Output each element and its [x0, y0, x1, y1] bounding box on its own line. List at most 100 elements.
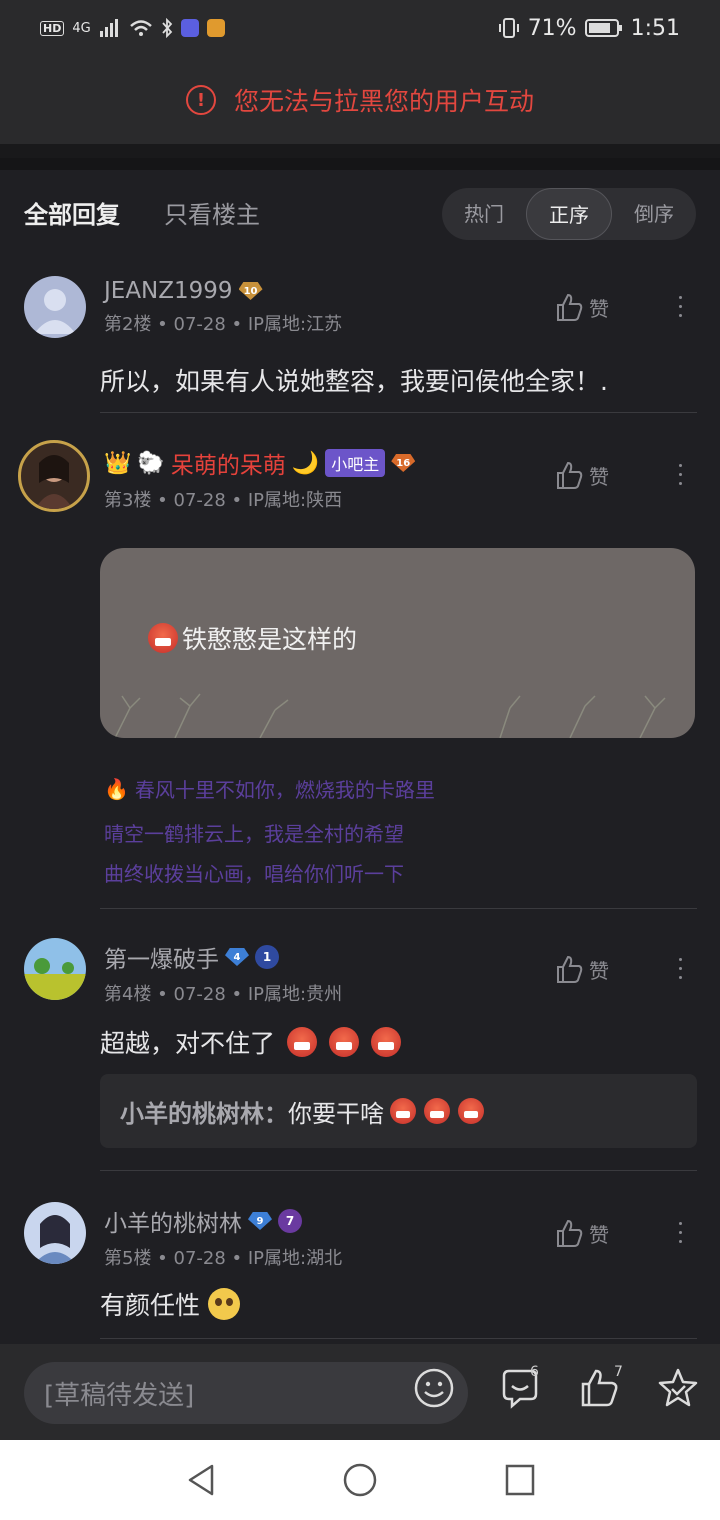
angry-face-icon [390, 1098, 416, 1124]
reply-emojis [390, 1098, 484, 1124]
crown-icon: 👑 [104, 450, 132, 476]
emoji-picker-icon[interactable] [412, 1366, 456, 1410]
avatar[interactable] [24, 1202, 86, 1264]
bubble-content: 铁憨憨是这样的 [148, 620, 357, 656]
username[interactable]: 小羊的桃树林 9 7 [104, 1204, 342, 1238]
post-header: JEANZ1999 10 第2楼 • 07-28 • IP属地:江苏 [104, 278, 342, 336]
like-button[interactable]: 赞 [555, 292, 609, 322]
post-header: 👑 🐑 呆萌的呆萌 🌙 小吧主 16 第3楼 • 07-28 • IP属地:陕西 [104, 446, 416, 512]
level-badge: 4 [225, 948, 249, 966]
member-badge-icon: 7 [278, 1209, 302, 1233]
thumbs-up-icon [557, 461, 583, 489]
reply-text: 你要干啥 [288, 1099, 384, 1128]
clock: 1:51 [630, 15, 680, 41]
app-notification-icon [180, 19, 199, 37]
back-icon[interactable] [184, 1462, 218, 1498]
signature-line: 曲终收拨当心画，唱给你们听一下 [104, 862, 404, 886]
sort-hot[interactable]: 热门 [442, 188, 526, 240]
system-nav-bar [0, 1440, 720, 1520]
sort-ascending[interactable]: 正序 [526, 188, 612, 240]
tab-all-replies[interactable]: 全部回复 [24, 195, 120, 230]
post-header: 第一爆破手 4 1 第4楼 • 07-28 • IP属地:贵州 [104, 940, 342, 1006]
username-text: 呆萌的呆萌 [170, 453, 286, 479]
more-options-button[interactable] [672, 958, 688, 979]
star-favorite-icon[interactable] [656, 1366, 700, 1410]
post-content: 有颜任性 [100, 1286, 241, 1322]
like-button[interactable]: 赞 [555, 954, 609, 984]
like-button[interactable]: 赞 [555, 1218, 609, 1248]
pleading-face-icon [208, 1288, 241, 1320]
thumbs-up-icon [557, 293, 583, 321]
signature-line: 晴空一鹤排云上，我是全村的希望 [104, 822, 404, 846]
comment-count: 6 [530, 1364, 539, 1380]
username[interactable]: 👑 🐑 呆萌的呆萌 🌙 小吧主 16 [104, 446, 416, 480]
warning-text: 您无法与拉黑您的用户互动 [233, 87, 534, 116]
reply-filter-row: 全部回复 只看楼主 热门 正序 倒序 [0, 170, 720, 254]
like-label: 赞 [589, 958, 609, 983]
username-text: JEANZ1999 [104, 278, 233, 304]
reply-author[interactable]: 小羊的桃树林： [120, 1094, 288, 1129]
sheep-icon: 🐑 [137, 450, 165, 476]
post-meta: 第5楼 • 07-28 • IP属地:湖北 [104, 1248, 343, 1269]
avatar[interactable] [18, 440, 90, 512]
level-badge: 16 [391, 454, 416, 472]
username-text: 第一爆破手 [104, 947, 219, 973]
angry-face-icon [424, 1098, 450, 1124]
member-badge-icon: 1 [255, 945, 279, 969]
alert-icon: ! [185, 85, 216, 115]
more-options-button[interactable] [672, 296, 688, 317]
angry-face-icon [287, 1027, 318, 1057]
post-content: 所以，如果有人说她整容，我要问侯他全家！. [100, 367, 608, 396]
battery-icon [584, 19, 622, 37]
signature-text: 春风十里不如你，燃烧我的卡路里 [134, 778, 435, 802]
landscape-avatar-icon [24, 958, 86, 1000]
like-button[interactable]: 赞 [555, 460, 609, 490]
twig-decoration-icon [114, 693, 666, 738]
post-divider [100, 908, 697, 909]
recents-icon[interactable] [503, 1462, 537, 1498]
post-content-text: 有颜任性 [100, 1291, 201, 1320]
signature-line: 🔥 春风十里不如你，燃烧我的卡路里 [104, 774, 435, 803]
username-text: 小羊的桃树林 [104, 1211, 242, 1237]
status-bar: HD 4G 71% 1:51 [0, 0, 720, 56]
like-label: 赞 [589, 296, 609, 321]
avatar[interactable] [24, 276, 86, 338]
post-meta: 第4楼 • 07-28 • IP属地:贵州 [104, 984, 343, 1005]
post-divider [100, 1338, 697, 1339]
post-meta: 第2楼 • 07-28 • IP属地:江苏 [104, 314, 343, 335]
level-badge: 10 [238, 282, 263, 300]
more-options-button[interactable] [672, 464, 688, 485]
level-badge: 9 [248, 1212, 272, 1230]
tab-op-only[interactable]: 只看楼主 [164, 195, 260, 230]
avatar[interactable] [24, 938, 86, 1000]
network-type: 4G [72, 20, 91, 36]
angry-face-icon [458, 1098, 484, 1124]
moon-icon: 🌙 [291, 450, 320, 476]
vibrate-icon [498, 18, 519, 38]
bubble-cloud-decoration [140, 548, 660, 562]
like-count: 7 [614, 1364, 623, 1380]
reply-input[interactable]: [草稿待发送] [24, 1362, 468, 1424]
avatar-portrait-icon [34, 1215, 76, 1264]
bubble-text: 铁憨憨是这样的 [182, 625, 358, 654]
status-left: HD 4G [40, 18, 225, 38]
default-avatar-icon [34, 289, 76, 334]
battery-percent: 71% [527, 15, 577, 41]
message-bubble: 铁憨憨是这样的 [100, 548, 695, 738]
home-icon[interactable] [342, 1462, 378, 1498]
post-content-text: 超越，对不住了 [100, 1029, 276, 1058]
username[interactable]: 第一爆破手 4 1 [104, 940, 342, 974]
post-header: 小羊的桃树林 9 7 第5楼 • 07-28 • IP属地:湖北 [104, 1204, 342, 1270]
post-meta: 第3楼 • 07-28 • IP属地:陕西 [104, 490, 343, 511]
username[interactable]: JEANZ1999 10 [104, 278, 342, 304]
angry-face-icon [148, 623, 178, 653]
more-options-button[interactable] [672, 1222, 688, 1243]
reply-input-placeholder: [草稿待发送] [44, 1380, 195, 1411]
angry-face-icon [329, 1027, 360, 1057]
nested-reply[interactable]: 小羊的桃树林： 你要干啥 [100, 1074, 697, 1148]
moderator-tag: 小吧主 [325, 449, 386, 477]
angry-face-icon [371, 1027, 402, 1057]
signal-icon [99, 19, 118, 37]
app-notification-icon [206, 19, 225, 37]
sort-descending[interactable]: 倒序 [612, 188, 696, 240]
